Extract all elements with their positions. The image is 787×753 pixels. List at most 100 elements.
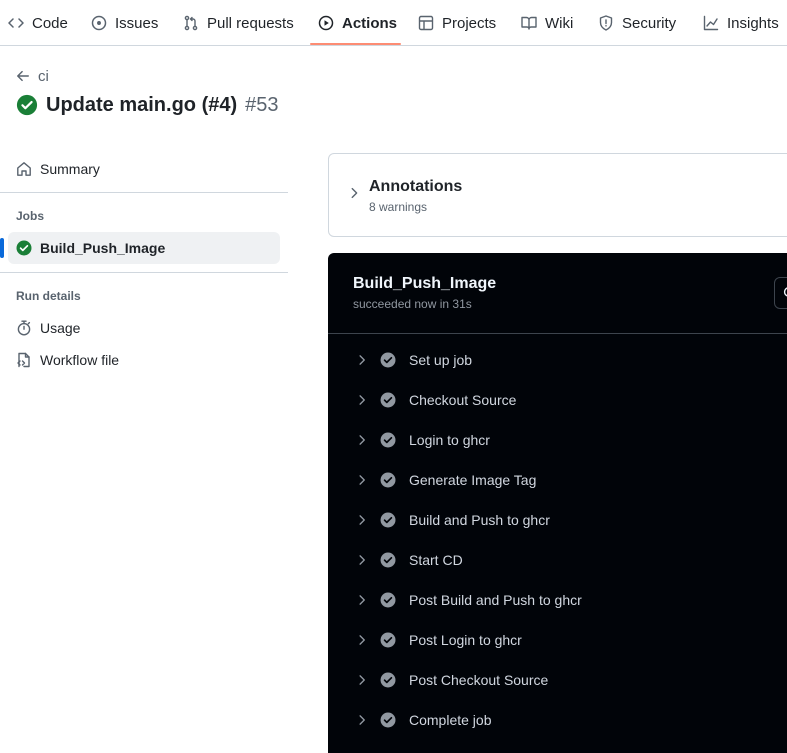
check-circle-fill-icon [380,352,396,368]
chevron-right-icon [356,554,368,566]
tab-label: Code [32,14,68,32]
check-circle-fill-icon [16,94,38,116]
tab-pull-requests[interactable]: Pull requests [183,0,294,45]
tab-label: Security [622,14,677,32]
code-icon [8,15,24,31]
run-number: #53 [245,93,279,116]
job-step[interactable]: Generate Image Tag [328,460,787,500]
active-tab-underline [310,43,401,45]
sidebar-item-label: Workflow file [40,352,120,368]
chevron-right-icon [356,354,368,366]
job-header-divider [328,333,787,334]
tab-security[interactable]: Security [598,0,677,45]
tab-label: Actions [342,14,398,32]
issue-opened-icon [91,15,107,31]
sidebar-item-label: Usage [40,320,81,336]
annotations-card[interactable]: Annotations 8 warnings [328,153,787,237]
check-circle-fill-icon [380,392,396,408]
sidebar-item-usage[interactable]: Usage [8,312,280,344]
sidebar-divider [0,272,288,273]
book-icon [521,15,537,31]
check-circle-fill-icon [380,472,396,488]
sidebar-item-workflow-file[interactable]: Workflow file [8,344,280,376]
sidebar-item-label: Build_Push_Image [40,240,166,256]
step-label: Login to ghcr [409,432,490,448]
check-circle-fill-icon [380,592,396,608]
step-label: Post Checkout Source [409,672,549,688]
chevron-right-icon [356,394,368,406]
tab-issues[interactable]: Issues [91,0,159,45]
check-circle-fill-icon [380,512,396,528]
tab-label: Insights [727,14,779,32]
sidebar-item-build-push-image[interactable]: Build_Push_Image [8,232,280,264]
tab-insights[interactable]: Insights [703,0,779,45]
file-code-icon [16,352,32,368]
chevron-right-icon [356,714,368,726]
job-log-panel: Build_Push_Image succeeded now in 31s Se… [328,253,787,753]
search-logs-button[interactable] [774,277,787,309]
check-circle-fill-icon [380,712,396,728]
back-to-workflow-link[interactable]: ci [16,66,49,86]
tab-label: Pull requests [207,14,294,32]
step-label: Post Login to ghcr [409,632,522,648]
annotations-summary: 8 warnings [369,200,428,214]
tab-actions[interactable]: Actions [318,0,398,45]
step-label: Set up job [409,352,473,368]
page-title: Update main.go (#4) #53 [16,92,279,118]
step-label: Build and Push to ghcr [409,512,550,528]
arrow-left-icon [16,69,30,83]
tab-label: Wiki [545,14,574,32]
tab-label: Issues [115,14,159,32]
check-circle-fill-icon [16,240,32,256]
tab-wiki[interactable]: Wiki [521,0,574,45]
repo-nav: Code Issues Pull requests Actions Projec… [0,0,787,46]
play-icon [318,15,334,31]
back-label: ci [38,67,49,85]
job-status-text: succeeded now in 31s [353,297,472,311]
tab-projects[interactable]: Projects [418,0,497,45]
chevron-right-icon [356,474,368,486]
stopwatch-icon [16,320,32,336]
run-details-heading: Run details [16,289,81,303]
job-step[interactable]: Post Checkout Source [328,660,787,700]
tab-code[interactable]: Code [8,0,68,45]
git-pull-request-icon [183,15,199,31]
job-steps-list: Set up job Checkout Source Login to ghcr… [328,340,787,740]
graph-icon [703,15,719,31]
job-step[interactable]: Checkout Source [328,380,787,420]
job-step[interactable]: Login to ghcr [328,420,787,460]
tab-label: Projects [442,14,497,32]
step-label: Post Build and Push to ghcr [409,592,582,608]
step-label: Generate Image Tag [409,472,537,488]
shield-icon [598,15,614,31]
chevron-right-icon [356,634,368,646]
annotations-title: Annotations [369,178,463,195]
search-icon [783,286,787,300]
check-circle-fill-icon [380,672,396,688]
sidebar-item-summary[interactable]: Summary [8,153,280,185]
job-step[interactable]: Set up job [328,340,787,380]
step-label: Complete job [409,712,492,728]
job-step[interactable]: Post Login to ghcr [328,620,787,660]
job-step[interactable]: Start CD [328,540,787,580]
run-title-text: Update main.go (#4) [46,93,238,116]
check-circle-fill-icon [380,552,396,568]
job-step[interactable]: Complete job [328,700,787,740]
table-icon [418,15,434,31]
step-label: Start CD [409,552,463,568]
step-label: Checkout Source [409,392,517,408]
job-name: Build_Push_Image [353,275,497,292]
chevron-right-icon [356,674,368,686]
chevron-right-icon [356,434,368,446]
check-circle-fill-icon [380,432,396,448]
home-icon [16,161,32,177]
chevron-right-icon [356,514,368,526]
check-circle-fill-icon [380,632,396,648]
chevron-right-icon [347,186,361,200]
sidebar-item-label: Summary [40,161,100,177]
selected-indicator [0,238,4,258]
job-step[interactable]: Post Build and Push to ghcr [328,580,787,620]
jobs-heading: Jobs [16,209,45,223]
sidebar-divider [0,192,288,193]
job-step[interactable]: Build and Push to ghcr [328,500,787,540]
